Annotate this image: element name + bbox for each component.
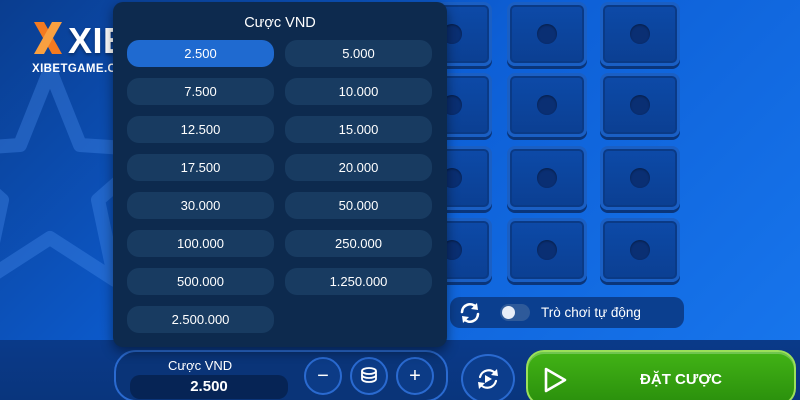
game-tile[interactable]	[507, 146, 587, 210]
bet-option[interactable]: 20.000	[285, 154, 432, 181]
bet-option[interactable]: 50.000	[285, 192, 432, 219]
decrease-bet-button[interactable]: −	[304, 357, 342, 395]
bet-option[interactable]: 7.500	[127, 78, 274, 105]
refresh-icon[interactable]	[458, 301, 482, 325]
logo-x-icon	[34, 22, 62, 54]
bet-option[interactable]: 17.500	[127, 154, 274, 181]
bet-option[interactable]: 2.500	[127, 40, 274, 67]
bet-option[interactable]: 10.000	[285, 78, 432, 105]
tile-dot	[537, 168, 557, 188]
tile-dot	[630, 95, 650, 115]
bet-label: Cược VND	[168, 358, 233, 373]
place-bet-label: ĐẶT CƯỢC	[640, 371, 722, 388]
replay-icon	[478, 369, 498, 389]
tile-dot	[537, 240, 557, 260]
bet-option[interactable]: 15.000	[285, 116, 432, 143]
bet-amount-dropdown: Cược VND 2.500 5.000 7.500 10.000 12.500…	[113, 2, 447, 347]
game-tile[interactable]	[600, 2, 680, 66]
replay-button[interactable]	[461, 354, 515, 400]
dropdown-title: Cược VND	[244, 15, 316, 31]
bet-option[interactable]: 250.000	[285, 230, 432, 257]
bet-option[interactable]: 30.000	[127, 192, 274, 219]
tile-dot	[630, 168, 650, 188]
bet-option[interactable]: 500.000	[127, 268, 274, 295]
place-bet-button[interactable]: ĐẶT CƯỢC	[526, 350, 796, 400]
bet-option[interactable]: 1.250.000	[285, 268, 432, 295]
bet-value-display[interactable]: 2.500	[130, 375, 288, 399]
tile-dot	[630, 240, 650, 260]
bet-amounts-button[interactable]	[350, 357, 388, 395]
bet-option[interactable]: 5.000	[285, 40, 432, 67]
bet-panel: Cược VND 2.500 − +	[114, 350, 448, 400]
game-tile[interactable]	[600, 218, 680, 282]
tile-dot	[630, 24, 650, 44]
tile-dot	[537, 95, 557, 115]
auto-play-label: Trò chơi tự động	[541, 305, 641, 320]
game-tile[interactable]	[600, 73, 680, 137]
toggle-knob	[502, 306, 515, 319]
game-tile[interactable]	[507, 218, 587, 282]
bet-option[interactable]: 100.000	[127, 230, 274, 257]
auto-play-toggle[interactable]	[500, 304, 530, 321]
increase-bet-button[interactable]: +	[396, 357, 434, 395]
tile-dot	[537, 24, 557, 44]
coin-stack-icon	[361, 367, 377, 383]
auto-play-bar: Trò chơi tự động	[450, 297, 684, 328]
bet-option[interactable]: 2.500.000	[127, 306, 274, 333]
game-tile[interactable]	[600, 146, 680, 210]
game-tile[interactable]	[507, 2, 587, 66]
bet-option[interactable]: 12.500	[127, 116, 274, 143]
game-tile[interactable]	[507, 73, 587, 137]
